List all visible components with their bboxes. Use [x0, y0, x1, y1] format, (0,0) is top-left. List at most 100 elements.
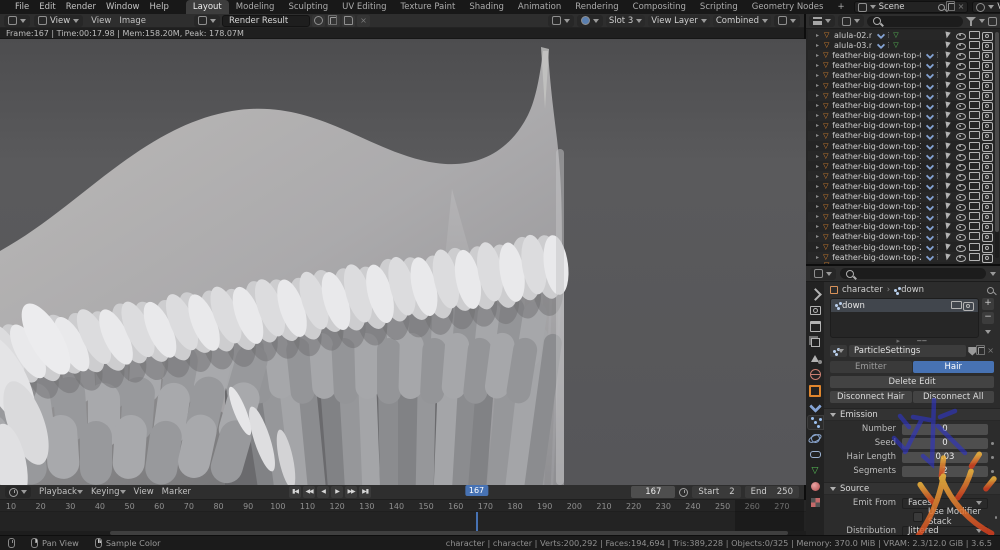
disable-viewport-toggle-icon[interactable] — [969, 51, 979, 60]
workspace-tab-texture-paint[interactable]: Texture Paint — [394, 0, 463, 14]
menu-help[interactable]: Help — [144, 2, 173, 12]
expand-icon[interactable]: ▸ — [816, 122, 821, 129]
selectable-toggle-icon[interactable] — [943, 101, 953, 110]
expand-icon[interactable]: ▸ — [816, 163, 821, 170]
menu-edit[interactable]: Edit — [34, 2, 60, 12]
disable-render-toggle-icon[interactable] — [982, 232, 992, 241]
disable-viewport-toggle-icon[interactable] — [969, 101, 979, 110]
expand-icon[interactable]: ▸ — [816, 52, 821, 59]
workspace-tab-compositing[interactable]: Compositing — [626, 0, 693, 14]
selectable-toggle-icon[interactable] — [943, 152, 953, 161]
next-keyframe-button[interactable]: ▶▶ — [345, 486, 357, 498]
selectable-toggle-icon[interactable] — [943, 182, 953, 191]
remove-particle-system-button[interactable]: − — [982, 312, 994, 324]
disable-viewport-toggle-icon[interactable] — [969, 212, 979, 221]
disable-viewport-toggle-icon[interactable] — [969, 131, 979, 140]
workspace-tab-uv-editing[interactable]: UV Editing — [335, 0, 393, 14]
emitter-toggle[interactable]: Emitter — [830, 361, 912, 373]
frame-start-field[interactable]: Start2 — [692, 486, 740, 498]
disable-viewport-toggle-icon[interactable] — [969, 81, 979, 90]
unlink-image-button[interactable]: × — [357, 15, 370, 27]
particle-system-name[interactable]: down — [842, 301, 865, 311]
disable-render-toggle-icon[interactable] — [982, 111, 992, 120]
disable-viewport-toggle-icon[interactable] — [969, 202, 979, 211]
disable-render-toggle-icon[interactable] — [982, 31, 992, 40]
source-panel-header[interactable]: Source — [824, 482, 1000, 495]
disconnect-all-button[interactable]: Disconnect All — [913, 391, 995, 403]
expand-icon[interactable]: ▸ — [816, 233, 821, 240]
render-result-canvas[interactable] — [0, 39, 806, 485]
hide-viewport-toggle-icon[interactable] — [956, 172, 966, 181]
particle-system-list[interactable]: down — [830, 298, 979, 338]
selectable-toggle-icon[interactable] — [943, 71, 953, 80]
expand-icon[interactable]: ▸ — [816, 153, 821, 160]
disable-render-toggle-icon[interactable] — [982, 202, 992, 211]
outliner-item[interactable]: ▸▽feather-big-down-top-11.r⋮ — [808, 151, 993, 161]
hide-viewport-toggle-icon[interactable] — [956, 192, 966, 201]
outliner-item[interactable]: ▸▽feather-big-down-top-09.r⋮ — [808, 131, 993, 141]
selectable-toggle-icon[interactable] — [943, 111, 953, 120]
specials-menu-icon[interactable] — [985, 330, 991, 334]
outliner-item[interactable]: ▸▽feather-big-down-top-07.r⋮ — [808, 111, 993, 121]
decorator-dot-icon[interactable] — [995, 516, 997, 519]
disable-render-toggle-icon[interactable] — [982, 182, 992, 191]
hide-viewport-toggle-icon[interactable] — [956, 222, 966, 231]
decorator-dot-icon[interactable] — [991, 456, 994, 459]
workspace-tab-sculpting[interactable]: Sculpting — [281, 0, 335, 14]
selectable-toggle-icon[interactable] — [943, 121, 953, 130]
hair-toggle[interactable]: Hair — [913, 361, 995, 373]
number-field[interactable]: 0 — [902, 424, 988, 435]
selectable-toggle-icon[interactable] — [943, 61, 953, 70]
disable-render-toggle-icon[interactable] — [982, 172, 992, 181]
properties-tab-render[interactable] — [808, 304, 823, 317]
selectable-toggle-icon[interactable] — [943, 142, 953, 151]
play-button[interactable]: ▶ — [331, 486, 343, 498]
selectable-toggle-icon[interactable] — [943, 243, 953, 252]
workspace-tab-animation[interactable]: Animation — [511, 0, 568, 14]
selectable-toggle-icon[interactable] — [943, 162, 953, 171]
add-particle-system-button[interactable]: + — [982, 298, 994, 310]
workspace-tab-modeling[interactable]: Modeling — [229, 0, 282, 14]
decorator-dot-icon[interactable] — [991, 442, 994, 445]
use-modifier-stack-checkbox[interactable] — [913, 512, 923, 522]
expand-icon[interactable]: ▸ — [816, 203, 821, 210]
hide-viewport-toggle-icon[interactable] — [956, 142, 966, 151]
outliner-item[interactable]: ▸▽feather-big-down-top-03.r⋮ — [808, 70, 993, 80]
hide-viewport-toggle-icon[interactable] — [956, 253, 966, 262]
image-menu-view[interactable]: View — [87, 16, 115, 26]
outliner-item[interactable]: ▸▽feather-big-down-top-05.r⋮ — [808, 91, 993, 101]
outliner-item[interactable]: ▸▽feather-big-down-top-14.r⋮ — [808, 181, 993, 191]
disable-viewport-toggle-icon[interactable] — [969, 253, 979, 262]
browse-settings-button[interactable] — [830, 345, 847, 357]
timeline-menu-view[interactable]: View — [130, 487, 158, 497]
hide-viewport-toggle-icon[interactable] — [956, 91, 966, 100]
disable-viewport-toggle-icon[interactable] — [969, 61, 979, 70]
pin-icon[interactable] — [987, 287, 994, 294]
disable-render-toggle-icon[interactable] — [982, 192, 992, 201]
fake-user-icon[interactable] — [968, 347, 976, 356]
outliner-search-input[interactable] — [867, 16, 963, 27]
outliner-item[interactable]: ▸▽feather-big-down-top-13.r⋮ — [808, 171, 993, 181]
disconnect-hair-button[interactable]: Disconnect Hair — [830, 391, 912, 403]
decorator-dot-icon[interactable] — [991, 470, 994, 473]
selectable-toggle-icon[interactable] — [943, 253, 953, 262]
unlink-scene-icon[interactable]: × — [958, 3, 965, 11]
viewport-toggle-icon[interactable] — [951, 301, 961, 310]
expand-icon[interactable]: ▸ — [816, 213, 821, 220]
hide-viewport-toggle-icon[interactable] — [956, 81, 966, 90]
overlays-dropdown[interactable] — [577, 15, 603, 27]
disable-render-toggle-icon[interactable] — [982, 212, 992, 221]
expand-icon[interactable]: ▸ — [816, 32, 822, 39]
expand-icon[interactable]: ▸ — [816, 112, 821, 119]
timeline-editor-type-button[interactable] — [5, 486, 31, 498]
pin-icon[interactable] — [938, 4, 945, 11]
disable-render-toggle-icon[interactable] — [982, 243, 992, 252]
properties-tab-output[interactable] — [808, 320, 823, 333]
expand-icon[interactable]: ▸ — [816, 173, 821, 180]
outliner-item[interactable]: ▸▽feather-big-down-top-18.r⋮ — [808, 222, 993, 232]
open-image-button[interactable] — [342, 15, 355, 27]
disable-render-toggle-icon[interactable] — [982, 101, 992, 110]
outliner-item[interactable]: ▸▽feather-big-down-top-08.r⋮ — [808, 121, 993, 131]
disable-viewport-toggle-icon[interactable] — [969, 71, 979, 80]
workspace-tab-shading[interactable]: Shading — [462, 0, 511, 14]
